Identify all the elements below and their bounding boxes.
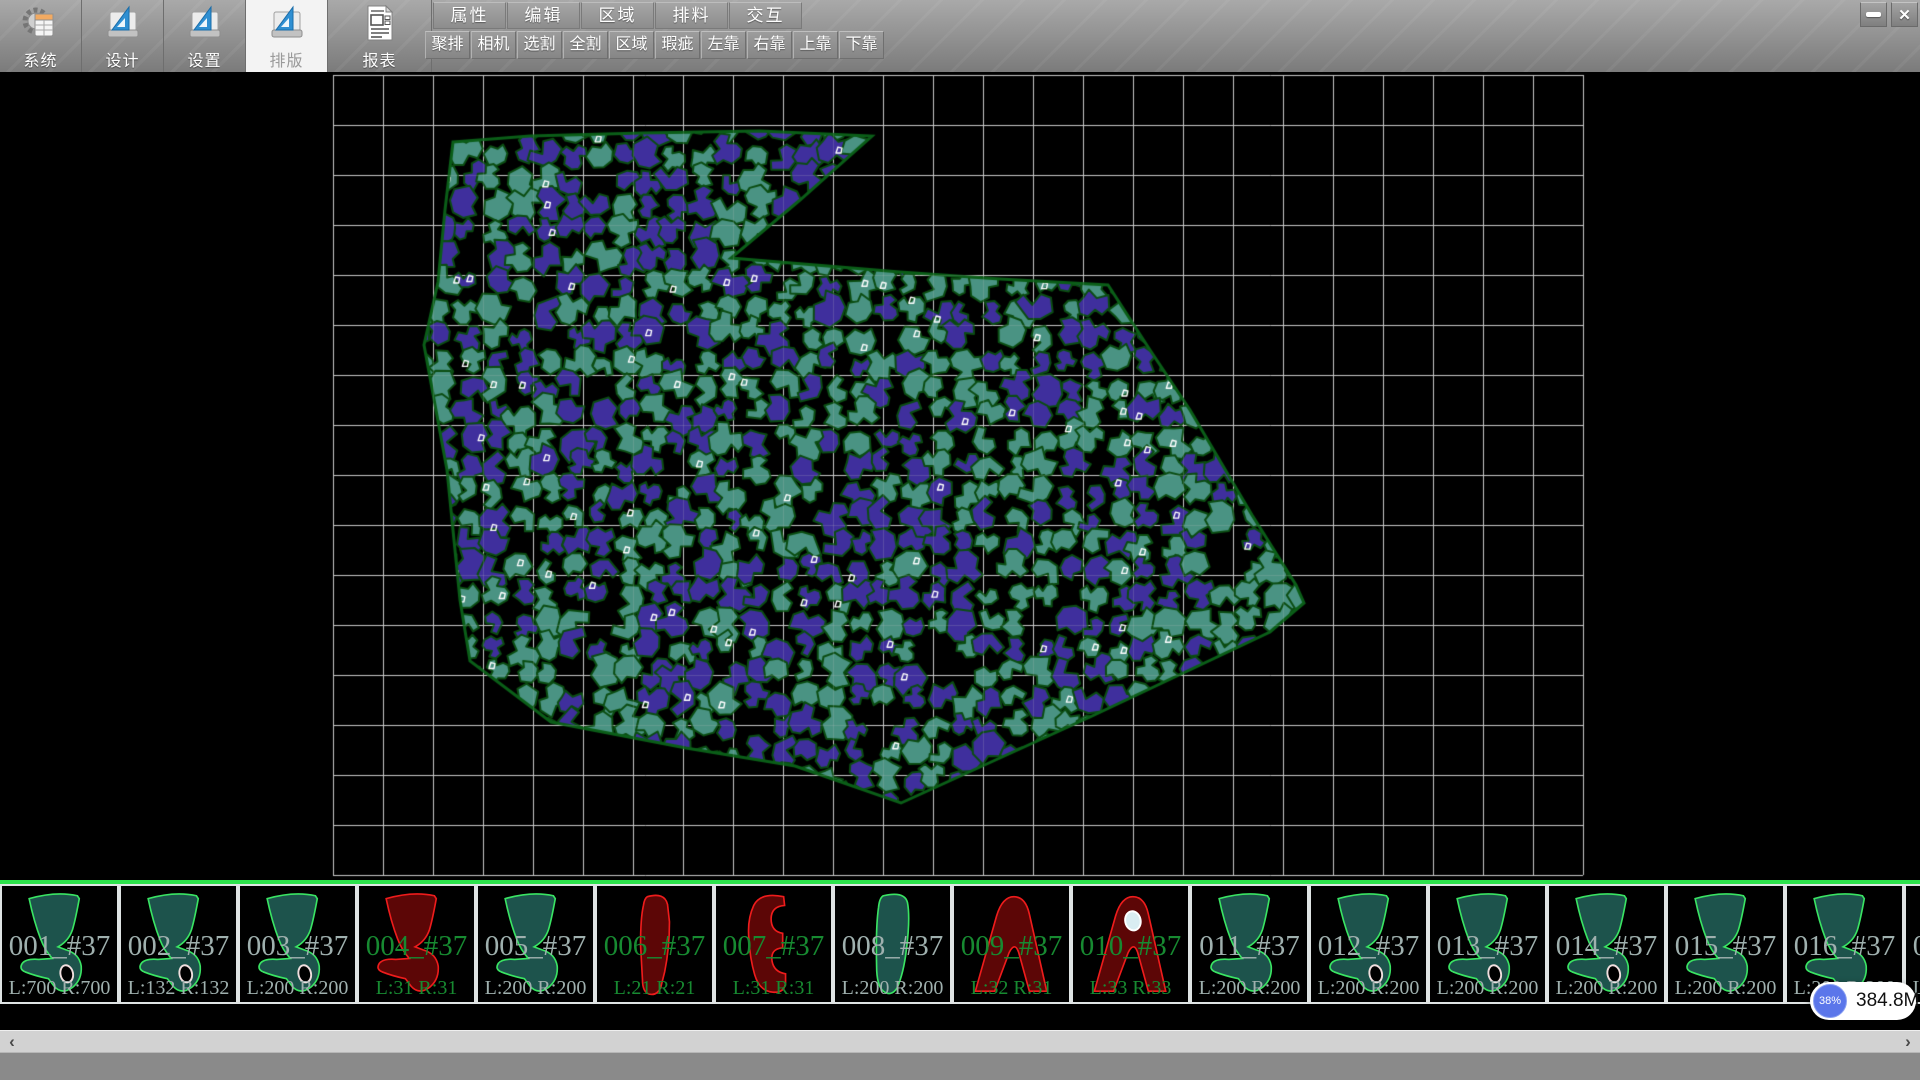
ruler-icon [267,3,307,43]
piece-thumbnail[interactable]: 009_#37 L:32 R:31 [952,884,1071,1004]
piece-id: 003_#37 [240,930,355,963]
tab-label: 系统 [23,47,57,71]
menu-interact[interactable]: 交互 [729,2,802,29]
piece-lr-count: L:200 R:200 [1430,977,1545,1000]
scroll-right-icon[interactable]: › [1898,1031,1918,1053]
scroll-left-icon[interactable]: ‹ [2,1031,22,1053]
close-button[interactable]: ✕ [1891,2,1918,27]
piece-thumbnail[interactable]: 006_#37 L:21 R:21 [595,884,714,1004]
application-window: 系统设计设置排版报表 属性编辑区域排料交互 聚排相机选割全割区域瑕疵左靠右靠上靠… [0,0,1920,1080]
piece-lr-count: L:200 R:200 [1311,977,1426,1000]
piece-lr-count: L:200 R:200 [835,977,950,1000]
piece-id: 002_#37 [121,930,236,963]
piece-lr-count: L:31 R:31 [359,977,474,1000]
piece-lr-count: L:200 R:200 [478,977,593,1000]
piece-lr-count: L:31 R:31 [716,977,831,1000]
memory-usage: 384.8M [1856,982,1919,1020]
tab-label: 排版 [269,47,303,71]
piece-thumbnail[interactable]: 015_#37 L:200 R:200 [1666,884,1785,1004]
tool-select-cut[interactable]: 选割 [517,31,562,59]
tool-snap-right[interactable]: 右靠 [747,31,792,59]
piece-thumbnail[interactable]: 002_#37 L:132 R:132 [119,884,238,1004]
piece-lr-count: L:200 R:200 [1668,977,1783,1000]
piece-lr-count: L:132 R:132 [121,977,236,1000]
piece-id: 001_#37 [2,930,117,963]
tab-settings[interactable]: 设置 [164,0,246,72]
piece-lr-count: L:200 R:200 [1192,977,1307,1000]
piece-thumbnail-strip: 001_#37 L:700 R:700002_#37 L:132 R:132003_… [0,884,1920,1004]
piece-thumbnail[interactable]: 007_#37 L:31 R:31 [714,884,833,1004]
piece-id: 016_#37 [1787,930,1902,963]
tool-cluster-nest[interactable]: 聚排 [425,31,470,59]
piece-thumbnail[interactable]: 012_#37 L:200 R:200 [1309,884,1428,1004]
piece-lr-count: L:33 R:33 [1073,977,1188,1000]
tool-snap-bottom[interactable]: 下靠 [839,31,884,59]
piece-lr-count: L:21 R:21 [597,977,712,1000]
close-icon: ✕ [1898,6,1911,24]
tool-cut-all[interactable]: 全割 [563,31,608,59]
piece-thumbnail[interactable]: 003_#37 L:200 R:200 [238,884,357,1004]
tool-snap-top[interactable]: 上靠 [793,31,838,59]
piece-id: 009_#37 [954,930,1069,963]
tool-snap-left[interactable]: 左靠 [701,31,746,59]
piece-id: 005_#37 [478,930,593,963]
tool-defect[interactable]: 瑕疵 [655,31,700,59]
progress-circle: 38% [1813,984,1847,1018]
piece-thumbnail[interactable]: 005_#37 L:200 R:200 [476,884,595,1004]
window-controls: ✕ [1860,2,1918,27]
piece-lr-count: L:200 R:200 [1549,977,1664,1000]
tab-label: 设置 [187,47,221,71]
piece-id: 007_#37 [716,930,831,963]
ruler-icon [185,3,225,43]
piece-id: 010_#37 [1073,930,1188,963]
tab-design[interactable]: 设计 [82,0,164,72]
status-bar [0,1052,1920,1080]
piece-lr-count: L:200 R:200 [240,977,355,1000]
piece-thumbnail[interactable]: 011_#37 L:200 R:200 [1190,884,1309,1004]
piece-id: 012_#37 [1311,930,1426,963]
piece-thumbnail[interactable]: 008_#37 L:200 R:200 [833,884,952,1004]
tab-label: 报表 [362,47,396,71]
piece-thumbnail[interactable]: 013_#37 L:200 R:200 [1428,884,1547,1004]
menu-region[interactable]: 区域 [581,2,654,29]
minimize-button[interactable] [1860,2,1887,27]
tab-nesting[interactable]: 排版 [246,0,328,72]
gear-icon [21,3,61,43]
tab-report[interactable]: 报表 [328,0,432,72]
piece-thumbnail[interactable]: 001_#37 L:700 R:700 [0,884,119,1004]
piece-id: 015_#37 [1668,930,1783,963]
minimize-icon [1866,12,1881,17]
piece-id: 011_#37 [1192,930,1307,963]
piece-id: 004_#37 [359,930,474,963]
tool-region[interactable]: 区域 [609,31,654,59]
piece-lr-count: L:32 R:31 [954,977,1069,1000]
piece-thumbnail[interactable]: 004_#37 L:31 R:31 [357,884,476,1004]
piece-lr-count: L:700 R:700 [2,977,117,1000]
piece-id: 008_#37 [835,930,950,963]
toolbar: 系统设计设置排版报表 属性编辑区域排料交互 聚排相机选割全割区域瑕疵左靠右靠上靠… [0,0,1920,72]
menu-properties[interactable]: 属性 [433,2,506,29]
tool-bar: 聚排相机选割全割区域瑕疵左靠右靠上靠下靠 [425,31,885,59]
ruler-icon [103,3,143,43]
tab-label: 设计 [105,47,139,71]
nesting-canvas[interactable] [0,72,1920,880]
progress-percent: 38% [1819,995,1841,1007]
menu-bar: 属性编辑区域排料交互 [433,2,803,29]
piece-thumbnail[interactable]: 014_#37 L:200 R:200 [1547,884,1666,1004]
menu-nest[interactable]: 排料 [655,2,728,29]
status-badge: 38% 384.8M [1810,982,1916,1020]
report-icon [360,3,400,43]
menu-edit[interactable]: 编辑 [507,2,580,29]
piece-id: 014_#37 [1549,930,1664,963]
piece-id: 013_#37 [1430,930,1545,963]
piece-thumbnail[interactable]: 010_#37 L:33 R:33 [1071,884,1190,1004]
main-tab-bar: 系统 设计 设置 排版 报表 [0,0,432,72]
horizontal-scrollbar[interactable]: ‹ › [0,1030,1920,1052]
tool-camera[interactable]: 相机 [471,31,516,59]
piece-id: 017_#37 [1906,930,1920,963]
piece-id: 006_#37 [597,930,712,963]
tab-system[interactable]: 系统 [0,0,82,72]
